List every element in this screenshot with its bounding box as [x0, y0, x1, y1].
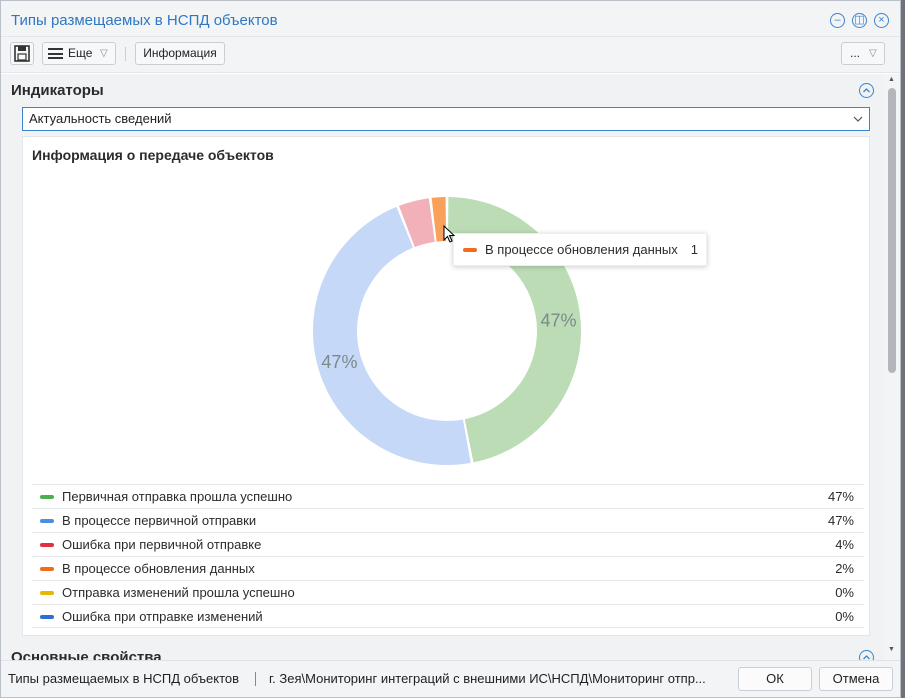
main-properties-section-title: Основные свойства [11, 649, 162, 660]
legend-swatch [40, 567, 54, 571]
chevron-down-icon [853, 116, 863, 122]
status-bar: Типы размещаемых в НСПД объектов г. Зея\… [1, 660, 900, 697]
chart-tooltip: В процессе обновления данных 1 [453, 233, 707, 266]
chart-panel: Информация о передаче объектов 47% 47% В … [22, 136, 870, 636]
scroll-up-icon[interactable]: ▲ [888, 76, 895, 83]
title-bar: Типы размещаемых в НСПД объектов – ◫ × [1, 1, 900, 37]
legend-value: 4% [835, 537, 854, 552]
legend-label: Отправка изменений прошла успешно [62, 585, 295, 600]
overflow-label: ... [850, 46, 861, 60]
chart-legend: Первичная отправка прошла успешно 47% В пр… [32, 484, 864, 628]
indicator-select-value: Актуальность сведений [29, 111, 172, 126]
legend-row[interactable]: В процессе обновления данных 2% [32, 556, 864, 580]
tooltip-label: В процессе обновления данных [485, 242, 678, 257]
donut-chart: 47% 47% [313, 197, 581, 465]
scrollbar-thumb[interactable] [888, 88, 896, 373]
legend-row[interactable]: Отправка изменений прошла успешно 0% [32, 580, 864, 604]
legend-row[interactable]: Ошибка при отправке изменений 0% [32, 604, 864, 628]
legend-row[interactable]: Первичная отправка прошла успешно 47% [32, 484, 864, 508]
legend-value: 47% [827, 513, 854, 528]
indicators-section-title: Индикаторы [11, 82, 104, 99]
status-divider [255, 672, 256, 686]
chevron-down-icon: ▽ [100, 48, 108, 59]
info-button[interactable]: Информация [135, 42, 225, 65]
close-icon[interactable]: × [874, 13, 889, 28]
more-menu-label: Еще [68, 46, 93, 60]
legend-row[interactable]: В процессе первичной отправки 47% [32, 508, 864, 532]
legend-value: 2% [835, 561, 854, 576]
legend-swatch [40, 495, 54, 499]
toolbar: Еще ▽ Информация ... ▽ [1, 37, 900, 73]
toolbar-separator [125, 47, 126, 61]
legend-value: 0% [835, 585, 854, 600]
legend-label: Ошибка при первичной отправке [62, 537, 262, 552]
legend-value: 47% [827, 489, 854, 504]
tooltip-swatch [463, 248, 477, 252]
status-path: г. Зея\Мониторинг интеграций с внешними … [269, 671, 706, 686]
save-icon [14, 45, 30, 62]
overflow-menu-button[interactable]: ... ▽ [841, 42, 885, 65]
mouse-cursor-icon [443, 225, 456, 243]
minimize-icon[interactable]: – [830, 13, 845, 28]
cancel-button[interactable]: Отмена [819, 667, 893, 691]
legend-row[interactable]: Ошибка при первичной отправке 4% [32, 532, 864, 556]
vertical-scrollbar[interactable]: ▲ ▼ [884, 74, 900, 660]
ok-button[interactable]: ОК [738, 667, 812, 691]
legend-label: В процессе обновления данных [62, 561, 255, 576]
donut-slice-label: 47% [540, 310, 576, 330]
status-object-name: Типы размещаемых в НСПД объектов [8, 671, 240, 686]
dialog-window: Типы размещаемых в НСПД объектов – ◫ × Е… [0, 0, 901, 698]
save-button[interactable] [10, 42, 34, 65]
donut-slice[interactable] [313, 206, 471, 465]
legend-swatch [40, 591, 54, 595]
tooltip-value: 1 [690, 242, 698, 257]
restore-icon[interactable]: ◫ [852, 13, 867, 28]
legend-swatch [40, 519, 54, 523]
legend-label: В процессе первичной отправки [62, 513, 257, 528]
collapse-main-properties-icon[interactable] [859, 650, 874, 660]
legend-label: Ошибка при отправке изменений [62, 609, 263, 624]
menu-icon [48, 48, 63, 59]
legend-swatch [40, 615, 54, 619]
form-content: Индикаторы Актуальность сведений Информа… [1, 74, 884, 660]
scroll-down-icon[interactable]: ▼ [888, 646, 895, 653]
legend-label: Первичная отправка прошла успешно [62, 489, 293, 504]
collapse-indicators-icon[interactable] [859, 83, 874, 98]
donut-slice-label: 47% [321, 352, 357, 372]
window-title: Типы размещаемых в НСПД объектов [11, 12, 278, 29]
indicator-select[interactable]: Актуальность сведений [22, 107, 870, 131]
legend-value: 0% [835, 609, 854, 624]
more-menu-button[interactable]: Еще ▽ [42, 42, 116, 65]
chevron-down-icon: ▽ [869, 48, 877, 59]
legend-swatch [40, 543, 54, 547]
